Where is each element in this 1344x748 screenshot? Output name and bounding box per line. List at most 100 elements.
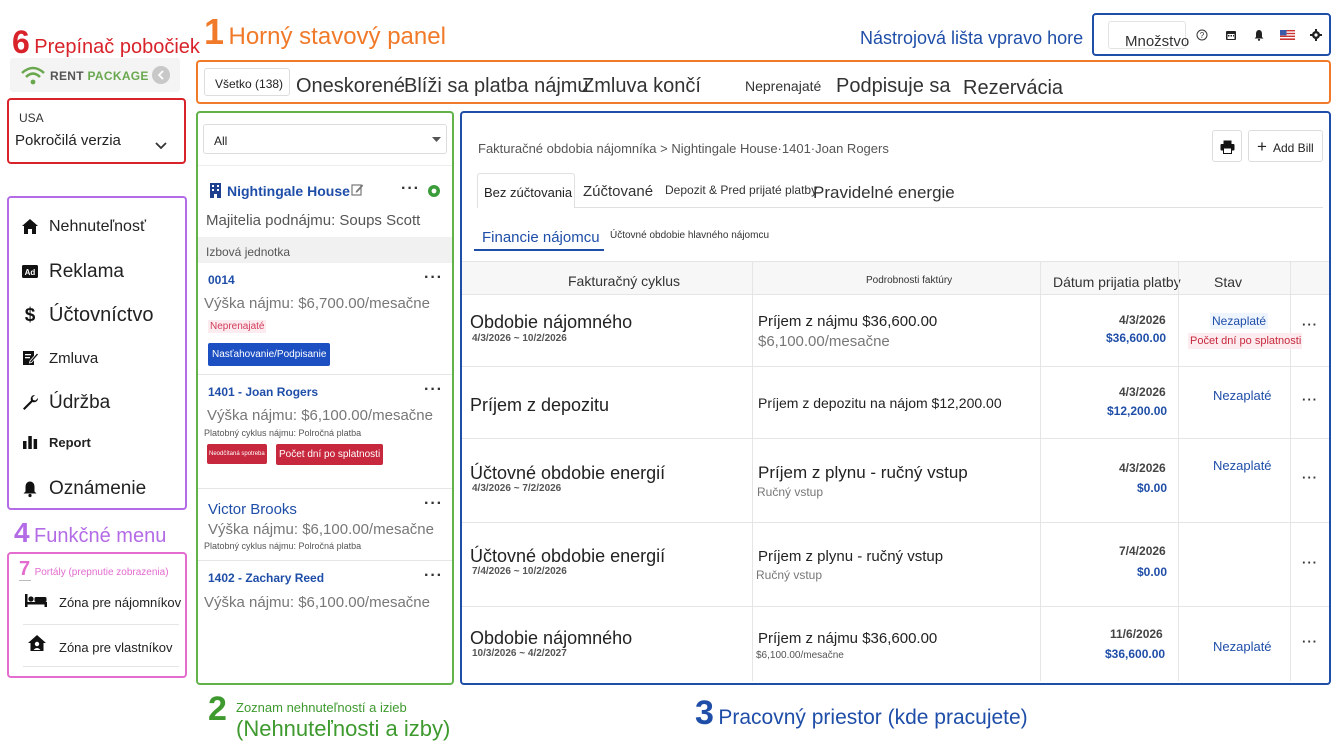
- annotation-6-text: Prepínač pobočiek: [34, 36, 200, 58]
- menu-label-accounting: Účtovníctvo: [49, 304, 154, 326]
- unit-more-icon[interactable]: ···: [424, 269, 443, 287]
- property-name[interactable]: Nightingale House: [227, 183, 350, 199]
- table-row[interactable]: Obdobie nájomného 4/3/2026 ~ 10/2/2026 P…: [462, 295, 1329, 367]
- calendar-icon[interactable]: [1225, 29, 1237, 41]
- collapse-sidebar-button[interactable]: [152, 66, 170, 84]
- branch-switcher[interactable]: USA Pokročilá verzia: [7, 98, 186, 164]
- unit-more-icon[interactable]: ···: [424, 495, 443, 513]
- annotation-7-number: 7: [19, 558, 31, 580]
- annotation-3-text: Pracovný priestor (kde pracujete): [718, 706, 1028, 729]
- list-item-unit-1401[interactable]: 1401 - Joan Rogers ··· Výška nájmu: $6,1…: [198, 375, 452, 489]
- row-status: Nezaplaté: [1213, 639, 1272, 654]
- table-row[interactable]: Účtovné obdobie energií 7/4/2026 ~ 10/2/…: [462, 523, 1329, 607]
- annotation-6-number: 6: [12, 24, 30, 60]
- wifi-logo-icon: [21, 66, 45, 85]
- menu-item-accounting[interactable]: $ Účtovníctvo: [21, 304, 154, 327]
- wrench-icon: [23, 394, 39, 410]
- status-tab-all[interactable]: Všetko (138): [204, 68, 290, 96]
- annotation-7: 7 Portály (prepnutie zobrazenia): [19, 558, 169, 581]
- chevron-left-icon: [157, 70, 164, 80]
- row-more-icon[interactable]: ···: [1302, 555, 1318, 570]
- portal-owner-zone[interactable]: Zóna pre vlastníkov: [23, 634, 179, 658]
- status-tab-overdue[interactable]: Oneskorené: [296, 75, 405, 98]
- status-tab-signing[interactable]: Podpisuje sa: [836, 75, 951, 98]
- status-tab-unrented[interactable]: Neprenajaté: [745, 78, 821, 94]
- tab-deposit[interactable]: Depozit & Pred prijaté platby: [665, 183, 817, 197]
- unit-name: Victor Brooks: [208, 501, 297, 518]
- portal-tenant-zone[interactable]: Zóna pre nájomníkov: [23, 590, 182, 614]
- top-status-bar: Všetko (138) Oneskorené Blíži sa platba …: [196, 60, 1331, 104]
- unit-more-icon[interactable]: ···: [424, 567, 443, 585]
- row-more-icon[interactable]: ···: [1302, 392, 1318, 407]
- tab-recurring-utilities[interactable]: Pravidelné energie: [813, 183, 955, 203]
- menu-item-property[interactable]: Nehnuteľnosť: [21, 218, 146, 236]
- row-more-icon[interactable]: ···: [1302, 317, 1318, 332]
- unit-status-badge[interactable]: Nasťahovanie/Podpisanie: [208, 343, 331, 366]
- quantity-button[interactable]: Množstvo: [1108, 21, 1189, 50]
- status-tab-contract-ends[interactable]: Zmluva končí: [582, 75, 701, 98]
- annotation-2-large: (Nehnuteľnosti a izby): [236, 716, 451, 741]
- gear-icon[interactable]: [1310, 29, 1322, 41]
- list-item-unit-victor-brooks[interactable]: Victor Brooks ··· Výška nájmu: $6,100.00…: [198, 489, 452, 561]
- col-header-cycle: Fakturačný cyklus: [568, 273, 681, 289]
- menu-label-contract: Zmluva: [49, 349, 99, 367]
- print-button[interactable]: [1212, 130, 1242, 162]
- property-list: All Nightingale House ··· Majitelia podn…: [196, 111, 454, 685]
- unit-more-icon[interactable]: ···: [424, 381, 443, 399]
- portal-switcher: 7 Portály (prepnutie zobrazenia) Zóna pr…: [7, 552, 187, 678]
- annotation-1-number: 1: [204, 11, 225, 52]
- row-range: 7/4/2026 ~ 10/2/2026: [472, 566, 567, 577]
- row-cycle: Účtovné obdobie energií: [470, 546, 666, 566]
- row-detail: Príjem z plynu - ručný vstup: [758, 463, 968, 482]
- row-status-overdue: Počet dní po splatnosti: [1188, 333, 1302, 349]
- list-item-unit-1402[interactable]: 1402 - Zachary Reed ··· Výška nájmu: $6,…: [198, 561, 452, 621]
- status-tab-all-label: Všetko: [215, 77, 252, 91]
- property-filter-select[interactable]: All: [203, 124, 447, 154]
- us-flag-icon[interactable]: [1280, 30, 1295, 40]
- row-date: 4/3/2026: [1119, 461, 1166, 475]
- row-more-icon[interactable]: ···: [1302, 470, 1318, 485]
- unit-badge-days-overdue: Počet dní po splatnosti: [276, 444, 384, 465]
- property-more-icon[interactable]: ···: [401, 180, 420, 198]
- tab-unsettled[interactable]: Bez zúčtovania: [477, 173, 575, 208]
- status-tab-reservation[interactable]: Rezervácia: [963, 77, 1063, 100]
- menu-label-report: Report: [49, 434, 91, 450]
- menu-item-contract[interactable]: Zmluva: [21, 349, 98, 367]
- subtab-tenant-finance[interactable]: Financie nájomcu: [482, 229, 600, 246]
- status-tab-all-count: (138): [255, 77, 284, 91]
- row-cycle: Príjem z depozitu: [470, 395, 610, 415]
- list-item-unit-0014[interactable]: 0014 ··· Výška nájmu: $6,700.00/mesačne …: [198, 263, 452, 375]
- menu-item-maintenance[interactable]: Údržba: [21, 392, 110, 414]
- menu-item-notification[interactable]: Oznámenie: [21, 478, 146, 500]
- active-status-icon: [428, 185, 440, 197]
- annotation-3-number: 3: [695, 694, 714, 732]
- portal-tenant-label: Zóna pre nájomníkov: [59, 595, 182, 610]
- function-menu: Nehnuteľnosť Ad Reklama $ Účtovníctvo Zm…: [7, 196, 187, 510]
- annotation-1-text: Horný stavový panel: [228, 23, 446, 50]
- contract-icon: [23, 351, 39, 365]
- unit-badge-unread-consumption: Neodčítaná spotreba: [207, 444, 267, 464]
- annotation-4: 4 Funkčné menu: [14, 519, 166, 548]
- menu-item-advertising[interactable]: Ad Reklama: [21, 261, 124, 283]
- row-amount: $0.00: [1137, 481, 1168, 495]
- menu-label-notification: Oznámenie: [49, 478, 147, 499]
- subtab-main-tenant-period[interactable]: Účtovné obdobie hlavného nájomcu: [610, 230, 769, 241]
- col-header-details: Podrobnosti faktúry: [866, 275, 953, 286]
- bell-icon[interactable]: [1253, 29, 1265, 41]
- menu-item-report[interactable]: Report: [21, 433, 91, 451]
- unit-name: 1401 - Joan Rogers: [208, 385, 319, 399]
- status-tab-rent-due[interactable]: Blíži sa platba nájmu: [404, 75, 589, 98]
- edit-icon[interactable]: [351, 183, 364, 196]
- help-icon[interactable]: ?: [1196, 29, 1208, 41]
- tab-settled[interactable]: Zúčtované: [583, 183, 653, 200]
- table-row[interactable]: Príjem z depozitu Príjem z depozitu na n…: [462, 367, 1329, 439]
- row-more-icon[interactable]: ···: [1302, 634, 1318, 649]
- annotation-2-number: 2: [208, 690, 227, 728]
- row-date: 11/6/2026: [1110, 627, 1163, 641]
- unit-rent: Výška nájmu: $6,700.00/mesačne: [204, 295, 430, 312]
- annotation-7-text: Portály (prepnutie zobrazenia): [34, 567, 169, 578]
- unit-rent: Výška nájmu: $6,100.00/mesačne: [208, 521, 434, 538]
- table-row[interactable]: Účtovné obdobie energií 4/3/2026 ~ 7/2/2…: [462, 439, 1329, 523]
- table-row[interactable]: Obdobie nájomného 10/3/2026 ~ 4/2/2027 P…: [462, 607, 1329, 681]
- add-bill-button[interactable]: + Add Bill: [1248, 130, 1323, 162]
